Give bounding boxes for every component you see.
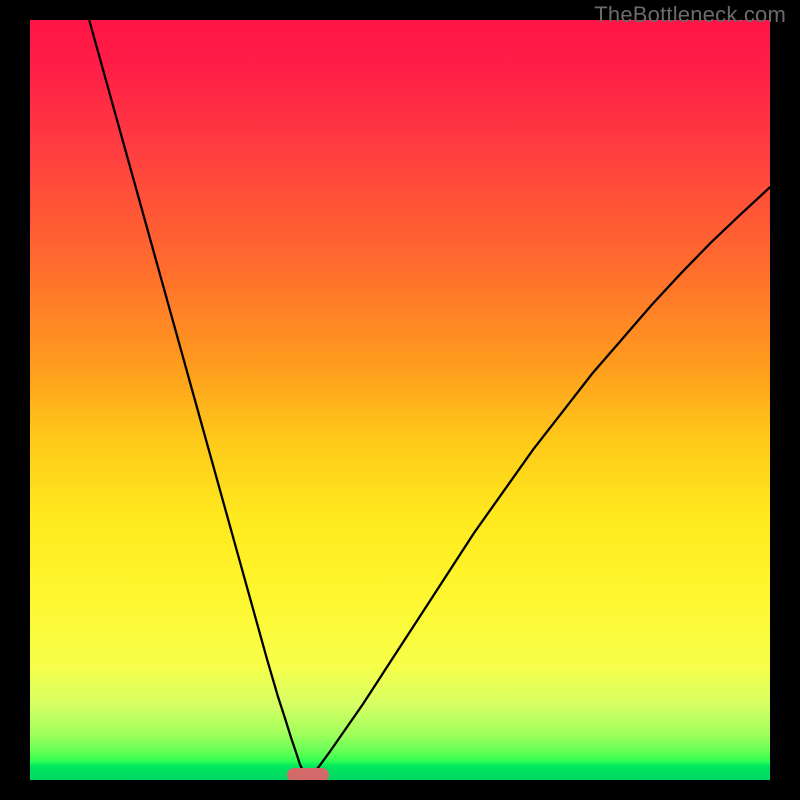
curve-left-branch [89,20,307,780]
min-marker [287,768,329,780]
chart-frame: TheBottleneck.com [0,0,800,800]
curve-svg [30,20,770,780]
plot-area [30,20,770,780]
watermark-text: TheBottleneck.com [594,2,786,28]
curve-right-branch [308,187,771,780]
